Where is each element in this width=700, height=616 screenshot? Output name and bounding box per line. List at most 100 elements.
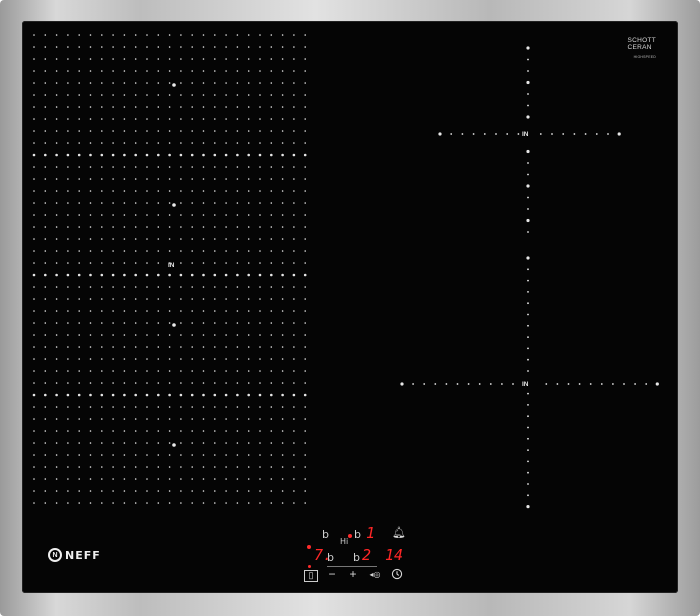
flex-zone-dot [259, 46, 261, 48]
front-zone-cross-dot [527, 313, 529, 316]
front-zone-cross-dot [556, 383, 559, 385]
flex-zone-dot [202, 442, 205, 444]
flex-zone-dot [55, 118, 58, 120]
childlock-icon[interactable]: ▯ [304, 570, 318, 582]
flex-zone-dot [112, 34, 114, 36]
flex-zone-dot [67, 94, 69, 96]
flex-zone-dot [112, 298, 114, 300]
flex-zone-dot [214, 466, 216, 468]
flex-zone-dot [146, 130, 148, 132]
flex-zone-dot [77, 153, 81, 157]
flex-zone-dot [168, 346, 171, 348]
flex-zone-dot [202, 214, 205, 216]
flex-zone-dot [123, 262, 126, 264]
flex-zone-dot [146, 34, 148, 36]
flex-zone-dot [270, 478, 273, 480]
flex-zone-dot [293, 430, 295, 432]
powerboost-icon[interactable]: ◂◎ [368, 570, 382, 579]
flex-zone-dot [168, 34, 171, 36]
flex-zone-dot [55, 142, 58, 144]
flex-zone-dot [146, 226, 148, 228]
flex-zone-dot [44, 466, 47, 468]
flex-zone-dot [236, 502, 239, 504]
flex-zone-dot [259, 106, 261, 108]
flex-zone-dot [225, 82, 227, 84]
flex-zone-dot [146, 106, 148, 108]
flex-zone-dot [134, 142, 137, 144]
flex-zone-dot [270, 286, 273, 288]
flex-zone-dot [270, 466, 273, 468]
flex-zone-dot [281, 118, 284, 120]
flex-zone-dot [202, 322, 205, 324]
flex-zone-dot [247, 322, 250, 324]
flex-zone-dot [146, 262, 148, 264]
flex-zone-dot [112, 106, 114, 108]
flex-zone-dot [89, 106, 92, 108]
flex-zone-dot [89, 202, 92, 204]
flex-zone-dot [303, 153, 307, 157]
zone-select-front-left[interactable]: b [327, 551, 334, 564]
front-zone-cross-dot [527, 268, 529, 271]
flex-zone-dot [225, 502, 227, 504]
flex-zone-dot [281, 286, 284, 288]
flex-zone-dot [44, 82, 47, 84]
flex-zone-dot [168, 82, 171, 84]
flex-zone-dot [225, 178, 227, 180]
zone-select-front-right[interactable]: b [353, 551, 360, 564]
flex-zone-dot [236, 466, 239, 468]
flex-zone-dot [168, 358, 171, 360]
flex-zone-dot [247, 250, 250, 252]
flex-zone-dot [281, 106, 284, 108]
flex-zone-dot [202, 142, 205, 144]
flex-zone-dot [293, 442, 295, 444]
plus-button[interactable]: + [347, 567, 359, 581]
rear-zone-cross-dot [527, 58, 529, 61]
flex-zone-dot [157, 466, 160, 468]
flex-zone-dot [304, 310, 307, 312]
flex-zone-dot [44, 250, 47, 252]
flex-zone-dot [33, 502, 35, 504]
flex-zone-dot [225, 262, 227, 264]
minus-button[interactable]: − [326, 567, 338, 581]
flex-zone-dot [123, 178, 126, 180]
flex-zone-dot [281, 478, 284, 480]
flex-zone-dot [101, 166, 103, 168]
flex-zone-dot [33, 190, 35, 192]
rear-zone-cross-dot [472, 133, 475, 135]
flex-zone-dot [55, 370, 58, 372]
flex-zone-dot [33, 418, 35, 420]
flex-zone-dot [89, 273, 92, 277]
flex-zone-dot [134, 346, 137, 348]
flex-zone-dot [78, 202, 80, 204]
flex-zone-dot [270, 106, 273, 108]
flex-zone-dot [67, 454, 69, 456]
flex-zone-dot [123, 418, 126, 420]
zone-select-rear-right[interactable]: b [354, 528, 361, 541]
front-zone-cross-dot [527, 494, 529, 497]
zone-select-rear-left[interactable]: b [322, 528, 329, 541]
hi-indicator: Hi [340, 537, 349, 546]
flex-zone-dot [236, 82, 239, 84]
flex-zone-dot [168, 382, 171, 384]
flex-zone-dot [202, 286, 205, 288]
flex-zone-dot [146, 46, 148, 48]
flex-zone-dot [202, 418, 205, 420]
flex-zone-dot [293, 418, 295, 420]
flex-zone-dot [259, 418, 261, 420]
flex-zone-dot [145, 273, 149, 277]
flex-zone-dot [225, 454, 227, 456]
flex-zone-dot [270, 454, 273, 456]
alarm-bell-icon[interactable]: 🔔︎ [392, 526, 406, 539]
flex-zone-dot [33, 358, 35, 360]
flex-zone-dot [55, 322, 58, 324]
flex-zone-dot [293, 406, 295, 408]
flex-zone-dot [225, 226, 227, 228]
flex-zone-dot [67, 46, 69, 48]
flex-zone-dot [44, 358, 47, 360]
flex-zone-dot [112, 142, 114, 144]
flex-zone-dot [270, 406, 273, 408]
flex-zone-dot [134, 382, 137, 384]
flex-zone-dot [157, 490, 160, 492]
flex-zone-dot [33, 214, 35, 216]
flex-zone-dot [44, 382, 47, 384]
